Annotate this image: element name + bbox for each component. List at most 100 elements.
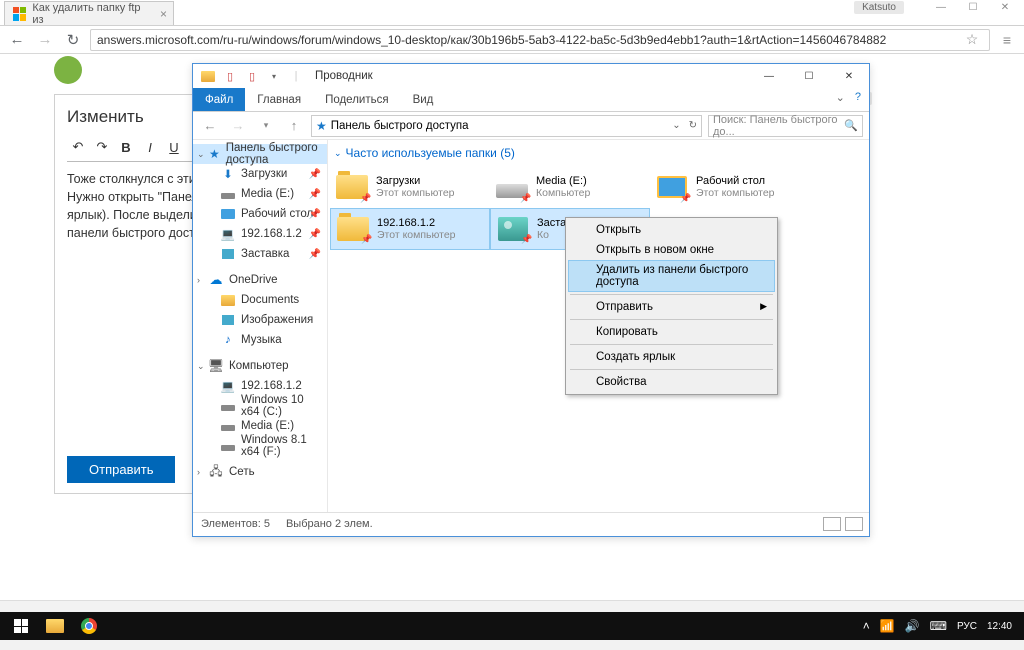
tree-ip2[interactable]: 💻192.168.1.2	[193, 376, 327, 396]
ribbon: Файл Главная Поделиться Вид ⌄ ?	[193, 88, 869, 112]
nav-forward-icon[interactable]: →	[227, 115, 249, 137]
ctx-unpin[interactable]: Удалить из панели быстрого доступа	[568, 260, 775, 292]
bold-icon[interactable]: B	[115, 137, 137, 157]
ribbon-tab-file[interactable]: Файл	[193, 88, 245, 111]
separator	[570, 294, 773, 295]
tree-downloads[interactable]: ⬇Загрузки📌	[193, 164, 327, 184]
window-maximize-icon[interactable]: ☐	[958, 0, 988, 16]
back-icon[interactable]: ←	[6, 29, 28, 51]
window-close-icon[interactable]: ✕	[990, 0, 1020, 16]
nav-recent-icon[interactable]: ▾	[255, 115, 277, 137]
tree-screensaver[interactable]: Заставка📌	[193, 244, 327, 264]
qat-properties-icon[interactable]: ▯	[221, 67, 239, 85]
tab-title: Как удалить папку ftp из	[32, 2, 149, 26]
ctx-properties[interactable]: Свойства	[568, 372, 775, 392]
help-icon[interactable]: ?	[855, 91, 861, 104]
collapse-icon[interactable]: ⌄	[334, 148, 342, 159]
ribbon-expand-icon[interactable]: ⌄	[836, 91, 845, 104]
qat-newfolder-icon[interactable]: ▯	[243, 67, 261, 85]
tray-volume-icon[interactable]: 🔊	[905, 619, 920, 633]
explorer-app-icon	[199, 67, 217, 85]
qat-dropdown-icon[interactable]: ▾	[265, 67, 283, 85]
tree-onedrive[interactable]: ›☁OneDrive	[193, 270, 327, 290]
tray-up-icon[interactable]: ˄	[863, 619, 870, 633]
explorer-address-row: ← → ▾ ↑ ★ Панель быстрого доступа ⌄ ↻ По…	[193, 112, 869, 140]
undo-icon[interactable]: ↶	[67, 137, 89, 157]
submit-button[interactable]: Отправить	[67, 456, 175, 483]
ctx-send[interactable]: Отправить▶	[568, 297, 775, 317]
breadcrumb-dropdown-icon[interactable]: ⌄	[672, 120, 680, 131]
status-selected: Выбрано 2 элем.	[286, 518, 373, 530]
tree-media2[interactable]: Media (E:)	[193, 416, 327, 436]
view-large-icon[interactable]	[845, 517, 863, 531]
explorer-search[interactable]: Поиск: Панель быстрого до... 🔍	[708, 115, 863, 137]
view-details-icon[interactable]	[823, 517, 841, 531]
nav-up-icon[interactable]: ↑	[283, 115, 305, 137]
windows-taskbar: ˄ 📶 🔊 ⌨ РУС 12:40	[0, 612, 1024, 640]
nav-back-icon[interactable]: ←	[199, 115, 221, 137]
italic-icon[interactable]: I	[139, 137, 161, 157]
folder-media[interactable]: Media (E:)Компьютер 📌	[490, 166, 650, 208]
browser-tab[interactable]: Как удалить папку ftp из ×	[4, 1, 174, 25]
search-icon: 🔍	[844, 119, 858, 132]
ribbon-tab-view[interactable]: Вид	[401, 88, 446, 111]
folder-desktop[interactable]: Рабочий столЭтот компьютер 📌	[650, 166, 810, 208]
favicon-icon	[13, 7, 26, 21]
browser-toolbar: ← → ↻ answers.microsoft.com/ru-ru/window…	[0, 26, 1024, 54]
ribbon-tab-home[interactable]: Главная	[245, 88, 313, 111]
navigation-tree[interactable]: ⌄★Панель быстрого доступа ⬇Загрузки📌 Med…	[193, 140, 328, 512]
close-icon[interactable]: ×	[160, 7, 167, 21]
tray-language[interactable]: РУС	[957, 621, 977, 632]
chrome-user-badge[interactable]: Katsuto	[854, 1, 904, 14]
explorer-minimize-icon[interactable]: —	[749, 64, 789, 88]
refresh-icon[interactable]: ↻	[689, 120, 697, 131]
ctx-shortcut[interactable]: Создать ярлык	[568, 347, 775, 367]
ctx-copy[interactable]: Копировать	[568, 322, 775, 342]
tree-network[interactable]: ›🖧Сеть	[193, 462, 327, 482]
explorer-maximize-icon[interactable]: ☐	[789, 64, 829, 88]
tree-win81[interactable]: Windows 8.1 x64 (F:)	[193, 436, 327, 456]
bookmark-star-icon[interactable]: ☆	[961, 31, 983, 48]
avatar	[54, 56, 82, 84]
tree-media[interactable]: Media (E:)📌	[193, 184, 327, 204]
tray-network-icon[interactable]: 📶	[880, 619, 895, 633]
system-tray[interactable]: ˄ 📶 🔊 ⌨ РУС 12:40	[863, 619, 1020, 633]
quick-access-icon: ★	[316, 119, 327, 133]
folder-ip[interactable]: 192.168.1.2Этот компьютер 📌	[330, 208, 490, 250]
ctx-open-new[interactable]: Открыть в новом окне	[568, 240, 775, 260]
tree-quick-access[interactable]: ⌄★Панель быстрого доступа	[193, 144, 327, 164]
tree-computer[interactable]: ⌄🖥Компьютер	[193, 356, 327, 376]
window-minimize-icon[interactable]: —	[926, 0, 956, 16]
separator	[570, 369, 773, 370]
group-header[interactable]: ⌄ Часто используемые папки (5)	[328, 140, 869, 164]
redo-icon[interactable]: ↷	[91, 137, 113, 157]
explorer-titlebar[interactable]: ▯ ▯ ▾ | Проводник — ☐ ✕	[193, 64, 869, 88]
reload-icon[interactable]: ↻	[62, 29, 84, 51]
tray-clock[interactable]: 12:40	[987, 621, 1012, 632]
taskbar-chrome[interactable]	[72, 612, 106, 640]
tree-win10[interactable]: Windows 10 x64 (C:)	[193, 396, 327, 416]
breadcrumb-bar[interactable]: ★ Панель быстрого доступа ⌄ ↻	[311, 115, 702, 137]
chrome-menu-icon[interactable]: ≡	[996, 32, 1018, 48]
explorer-close-icon[interactable]: ✕	[829, 64, 869, 88]
tray-keyboard-icon[interactable]: ⌨	[930, 619, 947, 633]
search-placeholder: Поиск: Панель быстрого до...	[713, 114, 844, 138]
underline-icon[interactable]: U	[163, 137, 185, 157]
window-title: Проводник	[315, 70, 373, 82]
taskbar-explorer[interactable]	[38, 612, 72, 640]
tree-pictures[interactable]: Изображения	[193, 310, 327, 330]
url-text: answers.microsoft.com/ru-ru/windows/foru…	[97, 33, 886, 47]
context-menu: Открыть Открыть в новом окне Удалить из …	[565, 217, 778, 395]
separator	[570, 344, 773, 345]
tree-documents[interactable]: Documents	[193, 290, 327, 310]
folder-downloads[interactable]: ЗагрузкиЭтот компьютер 📌	[330, 166, 490, 208]
tree-music[interactable]: ♪Музыка	[193, 330, 327, 350]
ribbon-tab-share[interactable]: Поделиться	[313, 88, 401, 111]
ctx-open[interactable]: Открыть	[568, 220, 775, 240]
forward-icon[interactable]: →	[34, 29, 56, 51]
address-bar[interactable]: answers.microsoft.com/ru-ru/windows/foru…	[90, 29, 990, 51]
status-count: Элементов: 5	[201, 518, 270, 530]
start-button[interactable]	[4, 612, 38, 640]
tree-desktop[interactable]: Рабочий стол📌	[193, 204, 327, 224]
tree-ip[interactable]: 💻192.168.1.2📌	[193, 224, 327, 244]
